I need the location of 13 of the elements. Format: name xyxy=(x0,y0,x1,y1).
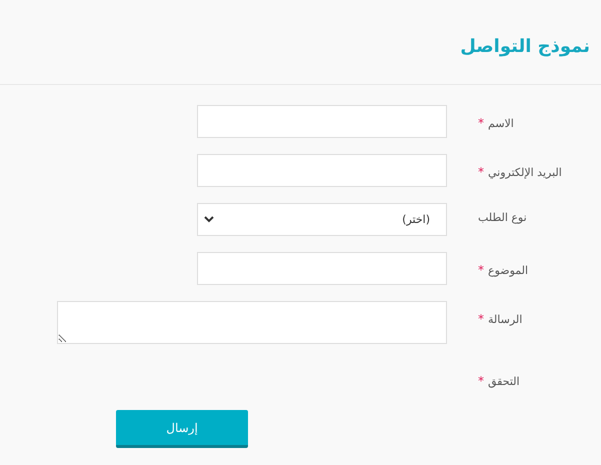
field-label: التحقق * xyxy=(478,374,520,388)
chevron-down-icon xyxy=(204,216,214,223)
field-label: الموضوع * xyxy=(478,263,528,277)
field-label: البريد الإلكتروني * xyxy=(478,165,562,179)
text-field[interactable] xyxy=(197,105,447,138)
field-label: الرسالة * xyxy=(478,312,522,326)
text-field[interactable] xyxy=(197,154,447,187)
field-label: الاسم * xyxy=(478,116,514,130)
form-title: نموذج التواصل xyxy=(459,36,590,57)
field-label: نوع الطلب xyxy=(478,211,527,224)
select-field[interactable]: (اختر) xyxy=(197,203,447,236)
message-field[interactable] xyxy=(57,301,447,344)
text-field[interactable] xyxy=(197,252,447,285)
